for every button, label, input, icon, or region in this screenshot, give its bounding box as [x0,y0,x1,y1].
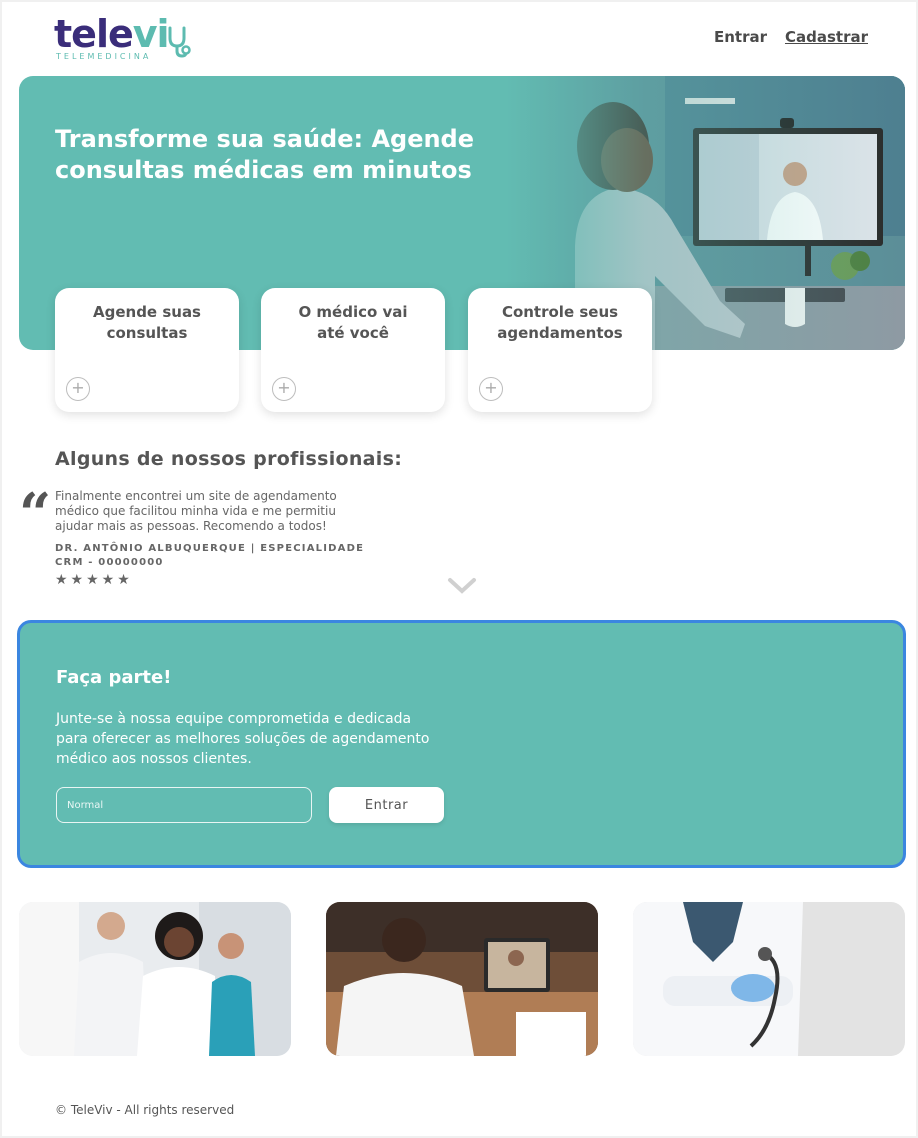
logo-text-tele: tele [54,12,134,56]
feature-card-schedule[interactable]: Agende suas consultas + [55,288,239,412]
quote-icon: “ [19,481,52,547]
chevron-down-icon[interactable] [447,576,477,596]
join-title: Faça parte! [56,667,172,688]
professionals-title: Alguns de nossos profissionais: [55,448,403,470]
join-description: Junte-se à nossa equipe comprometida e d… [56,711,430,767]
feature-card-label: O médico vai até você [298,303,408,342]
testimonial-author: DR. ANTÔNIO ALBUQUERQUE | ESPECIALIDADE … [55,542,375,570]
rating-stars: ★★★★★ [55,572,133,588]
stethoscope-icon [168,26,191,58]
testimonial-text: Finalmente encontrei um site de agendame… [55,489,337,533]
join-submit-button[interactable]: Entrar [329,787,444,823]
logo-subtitle: TELEMEDICINA [56,52,152,61]
top-nav: Entrar Cadastrar [714,28,868,46]
login-link[interactable]: Entrar [714,28,767,46]
feature-card-doctor-visit[interactable]: O médico vai até você + [261,288,445,412]
author-crm: CRM - 00000000 [55,557,164,568]
expand-plus-icon[interactable]: + [479,377,503,401]
expand-plus-icon[interactable]: + [272,377,296,401]
feature-card-label: Agende suas consultas [93,303,201,342]
televiv-logo[interactable]: televi TELEMEDICINA [54,14,194,64]
signup-link[interactable]: Cadastrar [785,28,868,46]
author-name: DR. ANTÔNIO ALBUQUERQUE | ESPECIALIDADE [55,543,365,554]
hero-title: Transforme sua saúde: Agende consultas m… [55,125,475,184]
photo-medical-team [19,902,291,1056]
feature-card-manage-appointments[interactable]: Controle seus agendamentos + [468,288,652,412]
join-section: Faça parte! Junte-se à nossa equipe comp… [17,620,906,868]
join-email-input[interactable] [56,787,312,823]
photo-doctor-video-call [326,902,598,1056]
footer-copyright: © TeleViv - All rights reserved [55,1103,235,1117]
photo-doctor-stethoscope [633,902,905,1056]
expand-plus-icon[interactable]: + [66,377,90,401]
logo-text-vi: vi [132,12,170,56]
feature-card-label: Controle seus agendamentos [497,303,623,342]
